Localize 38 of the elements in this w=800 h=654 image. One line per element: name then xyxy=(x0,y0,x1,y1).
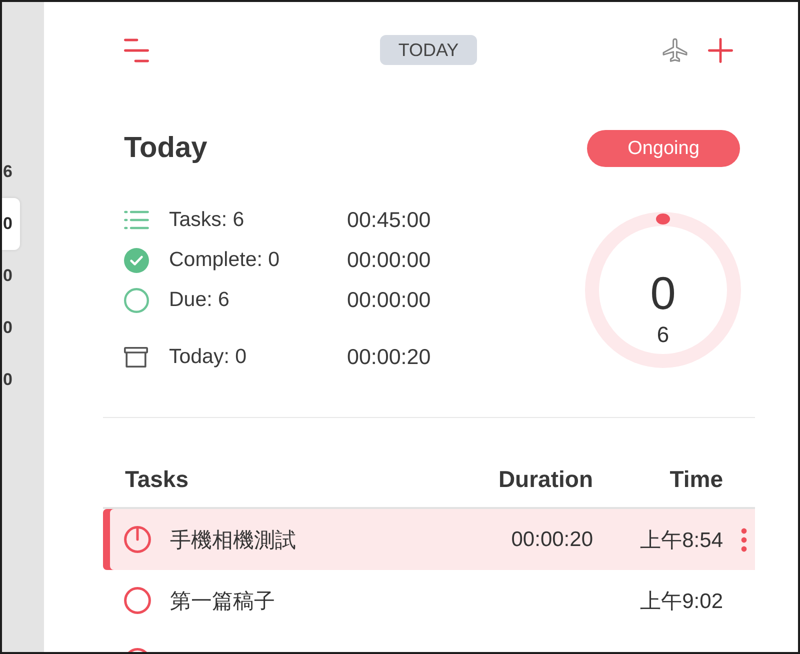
check-circle-icon xyxy=(124,248,149,272)
kebab-menu-icon[interactable] xyxy=(741,528,747,552)
stat-time: 00:45:00 xyxy=(347,208,431,232)
sidebar-item[interactable]: 0 xyxy=(2,354,20,406)
list-icon xyxy=(124,210,149,230)
sidebar-item[interactable]: 0 xyxy=(2,302,20,354)
page-title: Today xyxy=(124,131,208,166)
total-count: 6 xyxy=(656,324,670,346)
task-row[interactable]: 第一篇稿子 上午9:02 xyxy=(103,570,755,631)
circle-icon[interactable] xyxy=(124,587,151,614)
stat-time: 00:00:00 xyxy=(347,288,431,312)
ring-marker-icon xyxy=(656,214,670,224)
date-button[interactable]: TODAY xyxy=(380,35,477,65)
stat-time: 00:00:20 xyxy=(347,344,431,370)
sidebar-item[interactable]: 6 xyxy=(2,146,20,198)
stat-label: Tasks: 6 xyxy=(169,208,246,232)
menu-icon[interactable] xyxy=(124,38,149,62)
completed-count: 0 xyxy=(650,270,676,316)
stat-label: Today: 0 xyxy=(169,345,248,369)
task-duration: 00:00:20 xyxy=(511,528,593,550)
stat-time: 00:00:00 xyxy=(347,248,431,272)
column-header: Time xyxy=(670,466,723,492)
column-header: Tasks xyxy=(124,466,189,492)
timer-circle-icon[interactable] xyxy=(124,526,151,553)
column-header: Duration xyxy=(498,466,593,492)
task-title: 手機相機測試 xyxy=(170,528,296,552)
task-time: 上午8:54 xyxy=(640,528,723,552)
task-title: 第一篇稿子 xyxy=(170,590,275,612)
stat-label: Complete: 0 xyxy=(169,248,281,272)
circle-icon xyxy=(124,288,149,312)
task-time: 上午9:02 xyxy=(640,590,723,612)
tray-icon xyxy=(124,346,148,368)
sidebar-item[interactable]: 0 xyxy=(2,250,20,302)
plus-icon[interactable] xyxy=(708,38,733,62)
stat-label: Due: 6 xyxy=(169,288,230,312)
task-row[interactable]: 手機相機測試 00:00:20 上午8:54 xyxy=(103,509,755,570)
sidebar-item[interactable]: 0 xyxy=(2,198,20,250)
airplane-icon[interactable] xyxy=(662,38,688,62)
